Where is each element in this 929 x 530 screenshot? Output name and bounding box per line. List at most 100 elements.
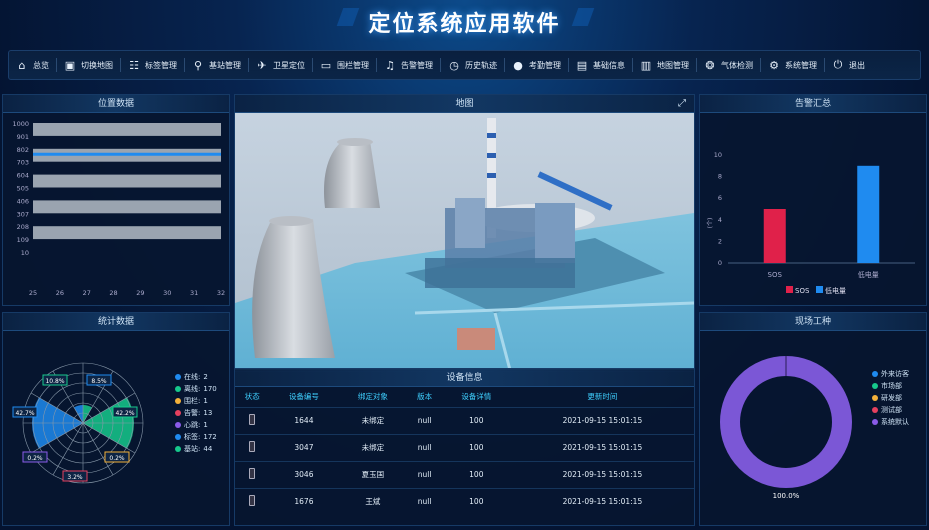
nav-logout[interactable]: ⏻ 退出 — [825, 50, 872, 80]
panel-title: 统计数据 — [3, 313, 229, 331]
nav-label: 历史轨迹 — [465, 60, 497, 70]
workers-legend: 外来访客 市场部 研发部 测试部 系统默认 — [872, 368, 909, 428]
radar-badge-label: 0.2% — [27, 455, 43, 462]
nav-tags[interactable]: ☷ 标签管理 — [121, 50, 184, 80]
alarm-chart: (个) 10 8 6 4 2 0 SOS 低电量 SOS 低电量 — [707, 151, 915, 295]
y-tick-label: 901 — [17, 133, 29, 141]
legend-item: 告警: 13 — [175, 407, 217, 419]
device-icon — [249, 468, 256, 479]
radar-badge-label: 10.8% — [45, 378, 64, 385]
nav-label: 基站管理 — [209, 60, 241, 70]
stats-legend: 在线: 2 离线: 170 围栏: 1 告警: 13 心跳: 1 标签: 172 基站: 44 — [175, 371, 217, 455]
y-tick-label: 0 — [718, 259, 722, 267]
x-tick-label: SOS — [768, 271, 783, 279]
table-row[interactable]: 1676 王斌 null 100 2021-09-15 15:01:15 — [235, 487, 694, 515]
nav-history[interactable]: ◷ 历史轨迹 — [441, 50, 504, 80]
legend-item: 市场部 — [872, 380, 909, 392]
column-header[interactable]: 绑定对象 — [338, 387, 407, 407]
building — [457, 328, 495, 350]
nav-home[interactable]: ⌂ 总览 — [9, 50, 56, 80]
column-header[interactable]: 更新时间 — [511, 387, 694, 407]
legend-item: 基站: 44 — [175, 443, 217, 455]
device-icon — [249, 495, 256, 507]
y-tick-label: 109 — [17, 236, 29, 244]
table-row[interactable]: 3046 夏玉国 null 100 2021-09-15 15:01:15 — [235, 460, 694, 488]
column-header[interactable]: 状态 — [235, 387, 269, 407]
nav-label: 地图管理 — [657, 60, 689, 70]
column-header[interactable]: 版本 — [407, 387, 441, 407]
legend-swatch — [786, 286, 793, 293]
workers-panel: 现场工种 100.0% 外来访客 市场部 研发部 测试部 系统默认 — [699, 312, 927, 526]
band — [33, 123, 221, 136]
nav-basic-info[interactable]: ▤ 基础信息 — [569, 50, 632, 80]
nav-gas[interactable]: ❂ 气体检测 — [697, 50, 760, 80]
x-tick-label: 低电量 — [858, 270, 879, 279]
nav-label: 切换地图 — [81, 60, 113, 70]
radar-chart: 10.8% 8.5% 42.7% 42.2% 0.2% 0.2% 3.2% — [12, 362, 144, 484]
radar-badge-label: 3.2% — [67, 474, 83, 481]
x-tick-label: 29 — [136, 289, 144, 297]
nav-label: 围栏管理 — [337, 60, 369, 70]
y-tick-label: 208 — [17, 223, 29, 231]
nav-attendance[interactable]: ● 考勤管理 — [505, 50, 568, 80]
x-tick-label: 28 — [109, 289, 117, 297]
table-row[interactable]: 1644 未绑定 null 100 2021-09-15 15:01:15 — [235, 406, 694, 434]
nav-label: 卫星定位 — [273, 60, 305, 70]
radar-badge-label: 0.2% — [109, 455, 125, 462]
nav-fence[interactable]: ▭ 围栏管理 — [313, 50, 376, 80]
info-icon: ▤ — [576, 58, 588, 72]
panel-title: 地图 — [455, 99, 474, 109]
y-tick-label: 307 — [17, 210, 29, 218]
legend-item: 心跳: 1 — [175, 419, 217, 431]
panel-title: 告警汇总 — [700, 95, 926, 113]
nav-map-manage[interactable]: ▥ 地图管理 — [633, 50, 696, 80]
nav-label: 总览 — [33, 60, 49, 70]
y-tick-label: 4 — [718, 216, 722, 224]
fullscreen-icon[interactable]: ⤢ — [678, 95, 686, 113]
nav-label: 退出 — [849, 60, 865, 70]
x-tick-label: 26 — [56, 289, 64, 297]
donut-label: 100.0% — [773, 492, 800, 500]
map-icon: ▥ — [640, 58, 652, 72]
y-tick-label: 604 — [17, 172, 29, 180]
panel-title: 设备信息 — [235, 369, 694, 387]
fence-icon: ▭ — [320, 58, 332, 72]
nav-satellite[interactable]: ✈ 卫星定位 — [249, 50, 312, 80]
y-tick-label: 703 — [17, 159, 29, 167]
donut-ring — [720, 356, 852, 488]
legend-item: 测试部 — [872, 404, 909, 416]
map-view[interactable] — [235, 113, 694, 370]
map-panel: 地图 ⤢ — [234, 94, 695, 372]
legend-item: 系统默认 — [872, 416, 909, 428]
y-tick-label: 1000 — [12, 120, 29, 128]
home-icon: ⌂ — [18, 58, 26, 72]
nav-system[interactable]: ⚙ 系统管理 — [761, 50, 824, 80]
device-table: 状态 设备编号 绑定对象 版本 设备详情 更新时间 1644 未绑定 null 100 2021-… — [235, 387, 694, 515]
nav-label: 告警管理 — [401, 60, 433, 70]
legend-item: 研发部 — [872, 392, 909, 404]
table-row[interactable]: 3047 未绑定 null 100 2021-09-15 15:01:15 — [235, 433, 694, 461]
x-tick-label: 32 — [217, 289, 225, 297]
nav-base-station[interactable]: ⚲ 基站管理 — [185, 50, 248, 80]
device-icon — [249, 414, 256, 425]
column-header[interactable]: 设备编号 — [269, 387, 338, 407]
gear-icon: ⚙ — [769, 58, 779, 72]
legend-item: 外来访客 — [872, 368, 909, 380]
legend-item: 在线: 2 — [175, 371, 217, 383]
nav-label: 考勤管理 — [529, 60, 561, 70]
history-icon: ◷ — [449, 58, 459, 72]
satellite-icon: ✈ — [257, 58, 267, 72]
nav-label: 标签管理 — [145, 60, 177, 70]
workers-donut: 100.0% — [720, 356, 852, 500]
column-header[interactable]: 设备详情 — [442, 387, 511, 407]
radar-badge-label: 8.5% — [91, 378, 107, 385]
main-nav: ⌂ 总览 ▣ 切换地图 ☷ 标签管理 ⚲ 基站管理 ✈ 卫星定位 ▭ 围栏管理 ♫ 告警管理 … — [8, 50, 921, 80]
nav-switch-map[interactable]: ▣ 切换地图 — [57, 50, 120, 80]
y-axis-label: (个) — [707, 218, 714, 229]
nav-label: 基础信息 — [593, 60, 625, 70]
x-tick-label: 25 — [29, 289, 37, 297]
legend-item: 标签: 172 — [175, 431, 217, 443]
gas-icon: ❂ — [705, 58, 715, 72]
antenna-icon: ⚲ — [193, 58, 203, 72]
nav-alarm[interactable]: ♫ 告警管理 — [377, 50, 440, 80]
